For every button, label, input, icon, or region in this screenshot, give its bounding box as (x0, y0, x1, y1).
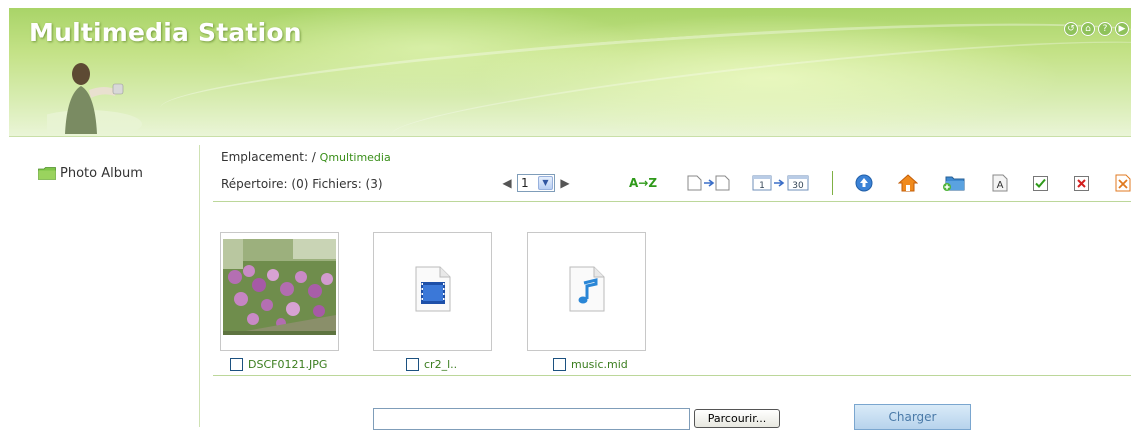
home-icon[interactable]: ⌂ (1081, 22, 1095, 36)
location-path-link[interactable]: Qmultimedia (320, 151, 391, 164)
upload-submit-button[interactable]: Charger (854, 404, 971, 430)
browse-button[interactable]: Parcourir... (694, 409, 780, 428)
file-card-photo[interactable] (220, 232, 339, 351)
file-name-link[interactable]: music.mid (571, 358, 628, 371)
header-banner: Multimedia Station ↺ ⌂ ? ▶ (9, 8, 1131, 136)
delete-icon[interactable] (1074, 173, 1089, 193)
svg-text:A: A (997, 180, 1004, 191)
pager: ◀ 1 ▼ ▶ (501, 174, 571, 192)
photo-thumbnail (223, 235, 336, 348)
app-title: Multimedia Station (29, 18, 302, 47)
chevron-down-icon[interactable]: ▼ (538, 176, 553, 190)
file-card-audio[interactable] (527, 232, 646, 351)
up-folder-icon[interactable] (855, 173, 873, 193)
deselect-icon[interactable] (1115, 173, 1131, 193)
file-checkbox[interactable] (230, 358, 243, 371)
date-range-icon[interactable]: 1 30 (752, 173, 810, 193)
date-range-from: 1 (759, 181, 765, 191)
file-summary: Répertoire: (0) Fichiers: (3) (221, 177, 383, 191)
header-icons: ↺ ⌂ ? ▶ (1064, 22, 1129, 36)
prev-page-button[interactable]: ◀ (501, 176, 513, 190)
folder-icon (38, 167, 56, 180)
page-select[interactable]: 1 ▼ (517, 174, 555, 192)
new-folder-icon[interactable] (942, 173, 966, 193)
file-caption: music.mid (553, 358, 628, 371)
next-page-button[interactable]: ▶ (559, 176, 571, 190)
sidebar-divider (199, 145, 200, 427)
video-file-icon (415, 266, 451, 312)
toolbar-rule (213, 201, 1131, 202)
sort-az-icon[interactable]: A→Z (629, 173, 657, 193)
file-caption: DSCF0121.JPG (230, 358, 327, 371)
page-select-value: 1 (521, 176, 529, 190)
home-icon[interactable] (898, 173, 918, 193)
breadcrumb: Emplacement: / Qmultimedia (221, 150, 391, 164)
sidebar-item-photo-album[interactable]: Photo Album (38, 166, 143, 181)
music-file-icon (569, 266, 605, 312)
date-range-to: 30 (792, 181, 804, 191)
logout-icon[interactable]: ↺ (1064, 22, 1078, 36)
help-icon[interactable]: ? (1098, 22, 1112, 36)
grid-rule (213, 375, 1131, 376)
file-name-link[interactable]: cr2_l.. (424, 358, 457, 371)
next-icon[interactable]: ▶ (1115, 22, 1129, 36)
file-checkbox[interactable] (406, 358, 419, 371)
file-name-link[interactable]: DSCF0121.JPG (248, 358, 327, 371)
rename-icon[interactable]: A (992, 173, 1008, 193)
file-card-video[interactable] (373, 232, 492, 351)
banner-divider (9, 136, 1131, 137)
file-move-icon[interactable] (686, 173, 734, 193)
location-label: Emplacement: / (221, 150, 316, 164)
file-checkbox[interactable] (553, 358, 566, 371)
file-caption: cr2_l.. (406, 358, 457, 371)
select-all-icon[interactable] (1033, 173, 1048, 193)
sidebar-item-label: Photo Album (60, 166, 143, 181)
toolbar-separator (832, 171, 833, 195)
banner-person-graphic (47, 63, 142, 134)
